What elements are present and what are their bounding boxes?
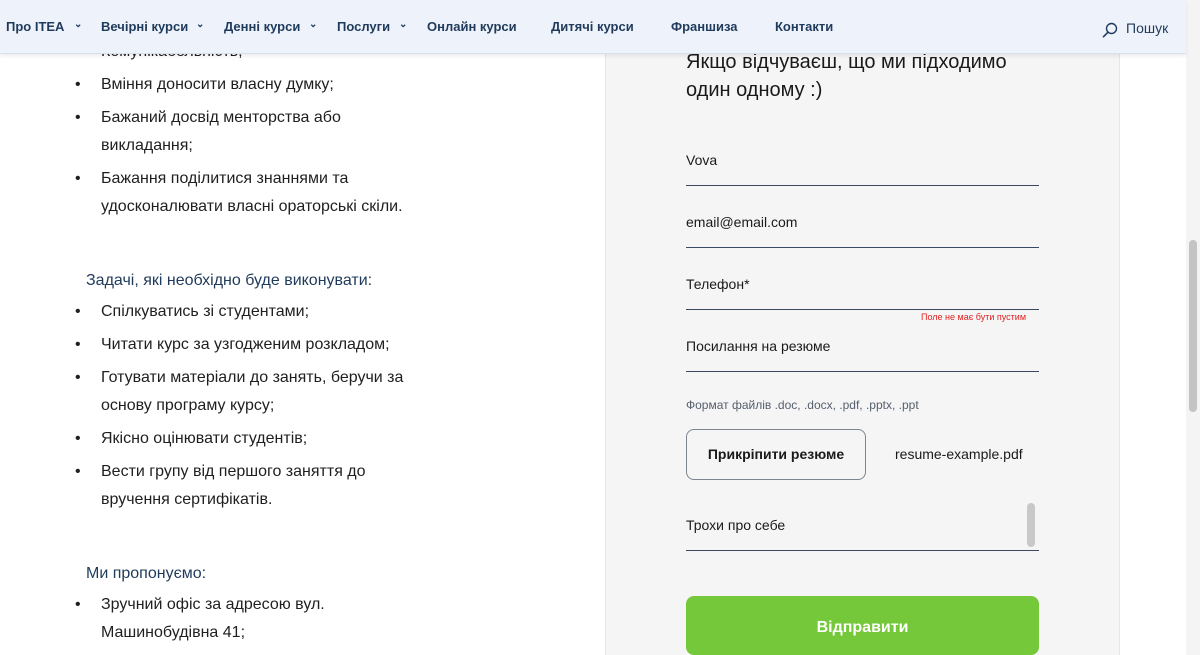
nav-item-label: Послуги [337, 19, 391, 34]
nav-item-contacts[interactable]: Контакти [775, 19, 833, 34]
nav-item-online-courses[interactable]: Онлайн курси [427, 19, 517, 34]
nav-item-franchise[interactable]: Франшиза [671, 19, 737, 34]
chevron-down-icon: ⌄ [309, 19, 318, 30]
nav-item-label: Франшиза [671, 19, 738, 34]
chevron-down-icon: ⌄ [399, 19, 408, 30]
textarea-scrollbar[interactable] [1027, 503, 1035, 547]
phone-field-placeholder: Телефон* [686, 276, 750, 292]
nav-item-label: Дитячі курси [551, 19, 634, 34]
nav-item-label: Вечірні курси [101, 19, 189, 34]
nav-item-about[interactable]: Про ITEA ⌄ [6, 19, 82, 34]
list-item: Готувати матеріали до занять, беручи за … [101, 369, 404, 414]
nav-item-label: Денні курси [224, 19, 301, 34]
offer-heading: Ми пропонуємо: [86, 565, 207, 582]
list-item: Бажаний досвід менторства або викладання… [101, 109, 341, 154]
name-field-value: Vova [686, 152, 718, 168]
list-item: Якісно оцінювати студентів; [101, 430, 308, 447]
list-item: Бажання поділитися знаннями та удосконал… [101, 170, 403, 215]
attached-file-name: resume-example.pdf [895, 446, 1023, 462]
about-me-textarea[interactable]: Трохи про себе [686, 500, 1039, 551]
resume-link-field[interactable]: Посилання на резюме [686, 336, 1039, 372]
name-field[interactable]: Vova [686, 150, 1039, 186]
list-item: Читати курс за узгодженим розкладом; [101, 336, 390, 353]
list-item: Вміння доносити власну думку; [101, 76, 334, 93]
nav-item-label: Контакти [775, 19, 834, 34]
bullet: • [75, 369, 81, 386]
job-description: • Комунікабельність; • Вміння доносити в… [0, 0, 600, 655]
email-field-value: email@email.com [686, 214, 798, 230]
page-scrollbar[interactable] [1186, 0, 1200, 655]
nav-item-day-courses[interactable]: Денні курси ⌄ [224, 19, 317, 34]
list-item: Вести групу від першого заняття до вруче… [101, 463, 366, 508]
nav-item-services[interactable]: Послуги ⌄ [337, 19, 407, 34]
resume-link-placeholder: Посилання на резюме [686, 338, 831, 354]
list-item: Спілкуватись зі студентами; [101, 303, 310, 320]
nav-item-evening-courses[interactable]: Вечірні курси ⌄ [101, 19, 204, 34]
chevron-down-icon: ⌄ [196, 19, 205, 30]
page-scrollbar-thumb[interactable] [1189, 240, 1197, 412]
bullet: • [75, 303, 81, 320]
top-navigation: Про ITEA ⌄ Вечірні курси ⌄ Денні курси ⌄… [0, 0, 1186, 54]
nav-item-kids-courses[interactable]: Дитячі курси [551, 19, 634, 34]
nav-item-label: Про ITEA [6, 19, 65, 34]
about-me-placeholder: Трохи про себе [686, 517, 786, 533]
bullet: • [75, 596, 81, 613]
bullet: • [75, 430, 81, 447]
file-formats-hint: Формат файлів .doc, .docx, .pdf, .pptx, … [686, 398, 919, 412]
chevron-down-icon: ⌄ [74, 19, 83, 30]
list-item: Зручний офіс за адресою вул. Машинобудів… [101, 596, 325, 641]
phone-error-message: Поле не має бути пустим [921, 312, 1027, 322]
bullet: • [75, 76, 81, 93]
bullet: • [75, 463, 81, 480]
bullet: • [75, 336, 81, 353]
search-label: Пошук [1126, 20, 1169, 36]
submit-button[interactable]: Відправити [686, 596, 1039, 655]
phone-field[interactable]: Телефон* [686, 274, 1039, 310]
bullet: • [75, 109, 81, 126]
attach-resume-button[interactable]: Прикріпити резюме [686, 429, 866, 480]
bullet: • [75, 170, 81, 187]
email-field[interactable]: email@email.com [686, 212, 1039, 248]
search-icon [1102, 22, 1118, 38]
tasks-heading: Задачі, які необхідно буде виконувати: [86, 272, 373, 289]
form-title: Якщо відчуваєш, що ми підходимо один одн… [686, 51, 1007, 101]
nav-item-label: Онлайн курси [427, 19, 517, 34]
